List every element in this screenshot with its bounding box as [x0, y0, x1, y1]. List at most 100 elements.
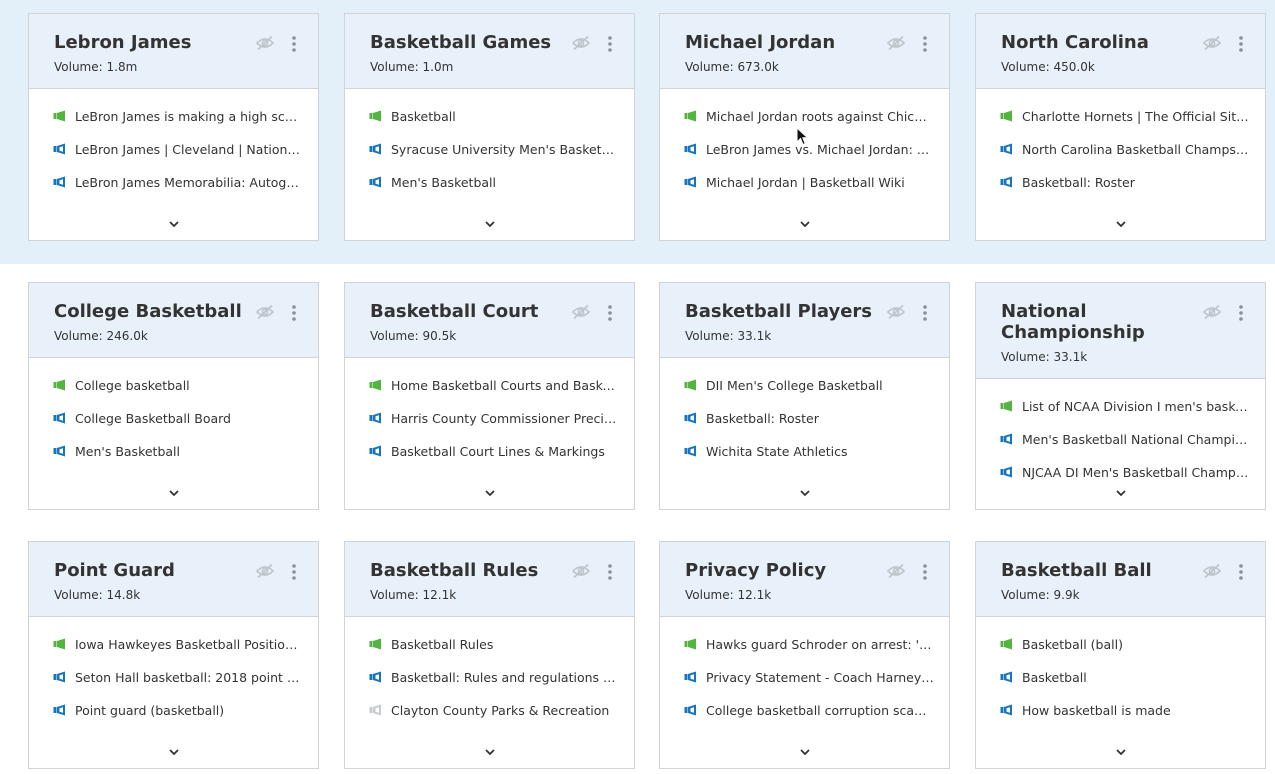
eye-slash-icon[interactable] — [255, 304, 275, 320]
vertical-dots-icon[interactable] — [1234, 563, 1248, 581]
chevron-down-icon[interactable] — [1114, 488, 1128, 498]
eye-slash-icon[interactable] — [571, 35, 591, 51]
result-item[interactable]: Men's Basketball — [53, 441, 303, 461]
vertical-dots-icon[interactable] — [603, 304, 617, 322]
chevron-down-icon[interactable] — [1114, 219, 1128, 229]
result-item[interactable]: DII Men's College Basketball — [684, 375, 934, 395]
result-item[interactable]: Iowa Hawkeyes Basketball Position Previe… — [53, 634, 303, 654]
eye-slash-icon[interactable] — [886, 35, 906, 51]
chevron-down-icon[interactable] — [167, 219, 181, 229]
megaphone-icon — [1000, 433, 1012, 445]
megaphone-icon — [684, 110, 696, 122]
megaphone-icon — [369, 412, 381, 424]
result-item[interactable]: Men's Basketball National Championship — [1000, 429, 1250, 449]
card-volume: Volume: 673.0k — [685, 60, 779, 74]
vertical-dots-icon[interactable] — [918, 563, 932, 581]
chevron-down-icon[interactable] — [167, 747, 181, 757]
vertical-dots-icon[interactable] — [603, 563, 617, 581]
eye-slash-icon[interactable] — [1202, 304, 1222, 320]
result-title: LeBron James vs. Michael Jordan: who is … — [706, 141, 934, 157]
result-item[interactable]: Basketball: Roster — [684, 408, 934, 428]
vertical-dots-icon[interactable] — [1234, 35, 1248, 53]
vertical-dots-icon[interactable] — [287, 304, 301, 322]
eye-slash-icon[interactable] — [1202, 35, 1222, 51]
chevron-down-icon[interactable] — [1114, 747, 1128, 757]
eye-slash-icon[interactable] — [255, 563, 275, 579]
result-item[interactable]: Seton Hall basketball: 2018 point guard — [53, 667, 303, 687]
result-item[interactable]: Hawks guard Schroder on arrest: 'Everyth… — [684, 634, 934, 654]
megaphone-icon — [53, 176, 65, 188]
result-item[interactable]: College basketball corruption scandal — [684, 700, 934, 720]
megaphone-icon — [684, 176, 696, 188]
card-header: Point Guard Volume: 14.8k — [29, 542, 318, 617]
result-item[interactable]: Basketball — [369, 106, 619, 126]
megaphone-icon — [369, 110, 381, 122]
result-item[interactable]: College basketball — [53, 375, 303, 395]
result-item[interactable]: Privacy Statement - Coach Harney Basketb… — [684, 667, 934, 687]
result-item[interactable]: LeBron James is making a high school bas… — [53, 106, 303, 126]
card-title: Basketball Ball — [1001, 560, 1152, 581]
chevron-down-icon[interactable] — [483, 219, 497, 229]
card-header: Lebron James Volume: 1.8m — [29, 14, 318, 89]
result-item[interactable]: Home Basketball Courts and Basketball Sy… — [369, 375, 619, 395]
result-item[interactable]: Basketball (ball) — [1000, 634, 1250, 654]
megaphone-icon — [53, 110, 65, 122]
vertical-dots-icon[interactable] — [918, 35, 932, 53]
volume-label: Volume: — [54, 60, 107, 74]
chevron-down-icon[interactable] — [483, 747, 497, 757]
eye-slash-icon[interactable] — [255, 35, 275, 51]
eye-slash-icon[interactable] — [886, 563, 906, 579]
result-title: Basketball: Rules and regulations of the… — [391, 669, 619, 685]
result-item[interactable]: Basketball — [1000, 667, 1250, 687]
volume-label: Volume: — [54, 588, 107, 602]
mouse-cursor-icon — [796, 127, 809, 146]
volume-value: 673.0k — [737, 60, 779, 74]
result-item[interactable]: LeBron James Memorabilia: Autographed — [53, 172, 303, 192]
vertical-dots-icon[interactable] — [287, 35, 301, 53]
result-item[interactable]: Charlotte Hornets | The Official Site of… — [1000, 106, 1250, 126]
result-item[interactable]: Basketball Court Lines & Markings — [369, 441, 619, 461]
result-item[interactable]: Wichita State Athletics — [684, 441, 934, 461]
card-header: College Basketball Volume: 246.0k — [29, 283, 318, 358]
card-volume: Volume: 33.1k — [1001, 350, 1087, 364]
result-item[interactable]: LeBron James | Cleveland | National Bask… — [53, 139, 303, 159]
result-item[interactable]: Men's Basketball — [369, 172, 619, 192]
result-item[interactable]: Basketball: Roster — [1000, 172, 1250, 192]
result-item[interactable]: NJCAA DI Men's Basketball Championship — [1000, 462, 1250, 482]
result-item[interactable]: Basketball: Rules and regulations of the… — [369, 667, 619, 687]
result-item[interactable]: Clayton County Parks & Recreation — [369, 700, 619, 720]
vertical-dots-icon[interactable] — [1234, 304, 1248, 322]
result-title: LeBron James Memorabilia: Autographed — [75, 174, 303, 190]
result-title: Privacy Statement - Coach Harney Basketb… — [706, 669, 934, 685]
topic-card: Lebron James Volume: 1.8m LeBron James is … — [28, 13, 319, 241]
result-item[interactable]: Basketball Rules — [369, 634, 619, 654]
result-item[interactable]: How basketball is made — [1000, 700, 1250, 720]
chevron-down-icon[interactable] — [167, 488, 181, 498]
result-item[interactable]: List of NCAA Division I men's basketball — [1000, 396, 1250, 416]
eye-slash-icon[interactable] — [886, 304, 906, 320]
eye-slash-icon[interactable] — [571, 304, 591, 320]
card-header: Basketball Rules Volume: 12.1k — [345, 542, 634, 617]
card-volume: Volume: 12.1k — [370, 588, 456, 602]
vertical-dots-icon[interactable] — [287, 563, 301, 581]
chevron-down-icon[interactable] — [798, 488, 812, 498]
result-item[interactable]: Harris County Commissioner Precinct — [369, 408, 619, 428]
chevron-down-icon[interactable] — [483, 488, 497, 498]
result-item[interactable]: Syracuse University Men's Basketball — [369, 139, 619, 159]
result-item[interactable]: North Carolina Basketball Champs Head to — [1000, 139, 1250, 159]
chevron-down-icon[interactable] — [798, 747, 812, 757]
result-item[interactable]: Michael Jordan | Basketball Wiki — [684, 172, 934, 192]
eye-slash-icon[interactable] — [571, 563, 591, 579]
card-title: Privacy Policy — [685, 560, 827, 581]
topic-card: Basketball Rules Volume: 12.1k Basketball … — [344, 541, 635, 769]
vertical-dots-icon[interactable] — [603, 35, 617, 53]
card-title: Basketball Games — [370, 32, 552, 53]
megaphone-icon — [684, 638, 696, 650]
vertical-dots-icon[interactable] — [918, 304, 932, 322]
result-item[interactable]: Michael Jordan roots against Chicago — [684, 106, 934, 126]
chevron-down-icon[interactable] — [798, 219, 812, 229]
volume-label: Volume: — [685, 60, 738, 74]
result-item[interactable]: College Basketball Board — [53, 408, 303, 428]
eye-slash-icon[interactable] — [1202, 563, 1222, 579]
result-item[interactable]: Point guard (basketball) — [53, 700, 303, 720]
